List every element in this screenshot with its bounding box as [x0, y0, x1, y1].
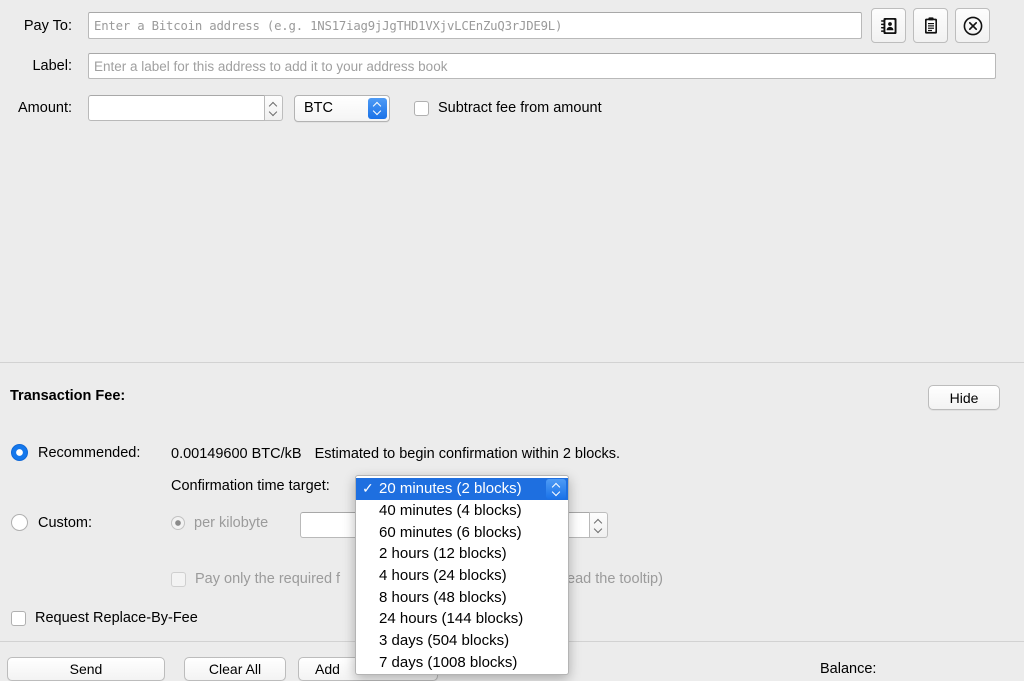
- recommended-estimate: Estimated to begin confirmation within 2…: [314, 446, 621, 462]
- confirmation-target-option[interactable]: 3 days (504 blocks): [356, 630, 568, 652]
- confirmation-target-option[interactable]: 40 minutes (4 blocks): [356, 500, 568, 522]
- minimum-fee-label-end: ead the tooltip): [567, 571, 663, 587]
- option-label: 24 hours (144 blocks): [379, 610, 524, 628]
- confirmation-target-dropdown[interactable]: ✓ 20 minutes (2 blocks) 40 minutes (4 bloc…: [355, 475, 569, 675]
- send-button[interactable]: Send: [7, 657, 165, 681]
- recommended-label: Recommended:: [38, 444, 141, 461]
- clear-circle-x-icon: [963, 16, 982, 35]
- clear-all-label: Clear All: [208, 661, 262, 677]
- option-check-icon: ✓: [362, 480, 374, 497]
- replace-by-fee-checkbox[interactable]: [11, 610, 26, 626]
- recommended-rate: 0.00149600 BTC/kB: [171, 446, 302, 462]
- subtract-fee-label: Subtract fee from amount: [438, 100, 602, 116]
- unit-select-arrows-icon: [368, 97, 387, 119]
- confirmation-target-option[interactable]: 60 minutes (6 blocks): [356, 521, 568, 543]
- confirmation-target-option[interactable]: 7 days (1008 blocks): [356, 652, 568, 674]
- option-label: 8 hours (48 blocks): [379, 588, 507, 606]
- recommended-radio[interactable]: [11, 444, 28, 461]
- amount-row: Amount: BTC Subtract fee from amount: [0, 94, 1024, 122]
- clear-all-button[interactable]: Clear All: [184, 657, 286, 681]
- clipboard-paste-icon: [924, 16, 937, 34]
- option-label: 4 hours (24 blocks): [379, 567, 507, 585]
- amount-input[interactable]: [88, 95, 265, 121]
- stepper-up-icon: [270, 103, 277, 107]
- unit-select[interactable]: BTC: [294, 94, 390, 122]
- option-label: 40 minutes (4 blocks): [379, 502, 522, 520]
- stepper-down-icon: [270, 110, 277, 114]
- minimum-fee-checkbox-group[interactable]: Pay only the required f: [171, 571, 340, 587]
- recommended-fee-option[interactable]: Recommended:: [11, 444, 140, 461]
- unit-select-value: BTC: [304, 100, 333, 116]
- confirmation-target-option[interactable]: 8 hours (48 blocks): [356, 586, 568, 608]
- option-label: 2 hours (12 blocks): [379, 545, 507, 563]
- confirmation-target-option[interactable]: ✓ 20 minutes (2 blocks): [356, 478, 568, 500]
- balance-label: Balance:: [820, 661, 877, 677]
- minimum-fee-checkbox[interactable]: [171, 571, 186, 587]
- pay-to-input[interactable]: [88, 12, 862, 39]
- send-coins-form: Pay To: Enter a Bitcoin address (e.g. 1N…: [0, 0, 1024, 363]
- recommended-fee-detail: 0.00149600 BTC/kB Estimated to begin con…: [171, 446, 620, 462]
- pay-to-row: Pay To:: [0, 8, 1024, 43]
- subtract-fee-checkbox[interactable]: [414, 100, 429, 116]
- confirmation-target-option[interactable]: 24 hours (144 blocks): [356, 608, 568, 630]
- amount-label: Amount:: [18, 100, 72, 116]
- confirmation-target-stepper[interactable]: [546, 479, 566, 499]
- label-input[interactable]: [88, 53, 996, 79]
- option-label: 60 minutes (6 blocks): [379, 523, 522, 541]
- pay-to-label: Pay To:: [23, 17, 72, 34]
- per-kilobyte-radio[interactable]: [171, 516, 185, 530]
- custom-stepper-down-icon: [595, 527, 602, 531]
- per-kilobyte-label: per kilobyte: [194, 515, 269, 531]
- amount-stepper[interactable]: [265, 95, 283, 121]
- confirmation-target-option-list: ✓ 20 minutes (2 blocks) 40 minutes (4 bloc…: [356, 478, 568, 673]
- address-book-button[interactable]: [871, 8, 906, 43]
- send-label: Send: [69, 661, 103, 677]
- custom-radio[interactable]: [11, 514, 28, 531]
- confirmation-target-option[interactable]: 4 hours (24 blocks): [356, 565, 568, 587]
- custom-label: Custom:: [38, 514, 92, 531]
- amount-input-group: [88, 95, 283, 121]
- subtract-fee-checkbox-group[interactable]: Subtract fee from amount: [414, 100, 602, 116]
- option-label: 7 days (1008 blocks): [379, 653, 518, 671]
- paste-address-button[interactable]: [913, 8, 948, 43]
- clear-address-button[interactable]: [955, 8, 990, 43]
- confirmation-target-label: Confirmation time target:: [171, 478, 330, 494]
- option-label: 20 minutes (2 blocks): [379, 480, 522, 498]
- address-book-icon: [880, 17, 896, 34]
- hide-fee-label: Hide: [949, 389, 979, 406]
- transaction-fee-title: Transaction Fee:: [10, 388, 126, 404]
- label-row: Label:: [0, 52, 1024, 80]
- replace-by-fee-label: Request Replace-By-Fee: [35, 610, 198, 626]
- per-kilobyte-option[interactable]: per kilobyte: [171, 515, 268, 531]
- custom-fee-stepper[interactable]: [590, 512, 608, 538]
- minimum-fee-label-start: Pay only the required f: [195, 571, 341, 587]
- confirmation-target-option[interactable]: 2 hours (12 blocks): [356, 543, 568, 565]
- add-recipient-label: Add: [315, 661, 340, 677]
- replace-by-fee-group[interactable]: Request Replace-By-Fee: [11, 610, 198, 626]
- hide-fee-button[interactable]: Hide: [928, 385, 1000, 410]
- label-field-label: Label:: [32, 58, 72, 74]
- popup-stepper-down-icon: [553, 490, 560, 494]
- option-label: 3 days (504 blocks): [379, 632, 510, 650]
- custom-stepper-up-icon: [595, 520, 602, 524]
- custom-fee-option[interactable]: Custom:: [11, 514, 92, 531]
